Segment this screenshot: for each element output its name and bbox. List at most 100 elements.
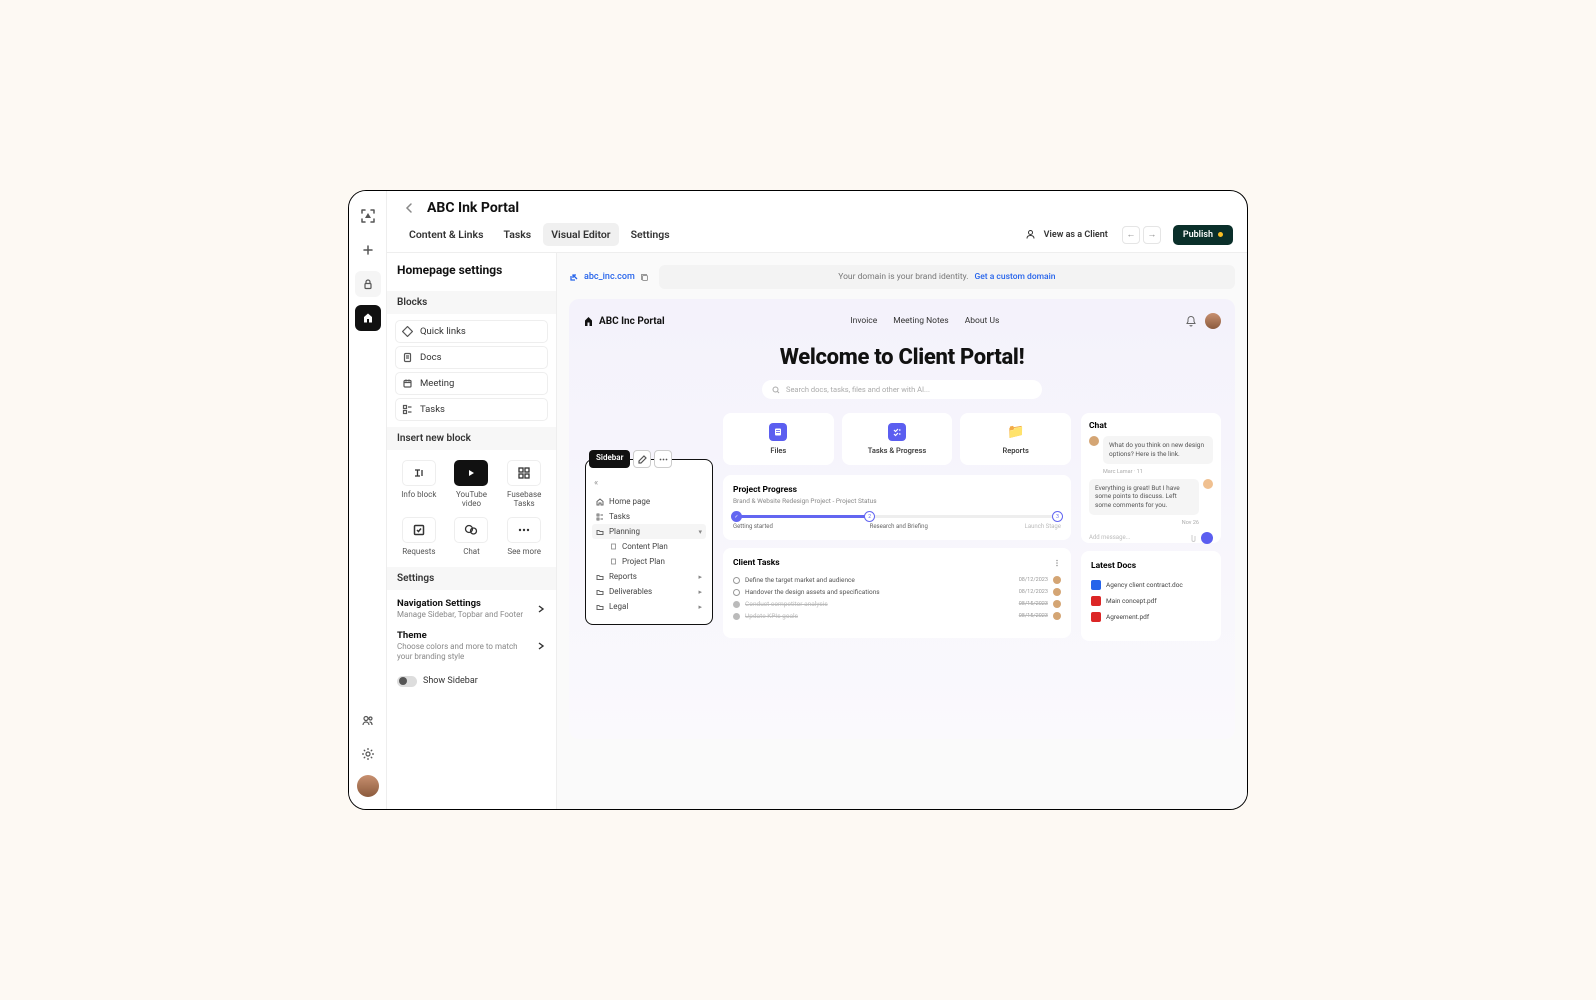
sidebar-legal[interactable]: Legal▸ xyxy=(594,599,704,614)
lock-icon[interactable] xyxy=(355,271,381,297)
preview-avatar[interactable] xyxy=(1205,313,1221,329)
bell-icon[interactable] xyxy=(1185,315,1197,327)
insert-fusebase-tasks[interactable]: Fusebase Tasks xyxy=(500,458,548,510)
publish-label: Publish xyxy=(1183,230,1213,240)
nav-prev-button[interactable]: ← xyxy=(1122,226,1140,244)
settings-icon[interactable] xyxy=(355,741,381,767)
editor-canvas: abc_inc.com Your domain is your brand id… xyxy=(557,253,1247,809)
sidebar-reports[interactable]: Reports▸ xyxy=(594,569,704,584)
project-progress-card: Project Progress Brand & Website Redesig… xyxy=(723,475,1071,540)
chevron-right-icon: ▸ xyxy=(698,573,702,581)
add-icon[interactable] xyxy=(355,237,381,263)
doc-row[interactable]: Agency client contract.doc xyxy=(1091,577,1211,593)
latest-docs-card: Latest Docs Agency client contract.docMa… xyxy=(1081,551,1221,641)
preview-nav: Invoice Meeting Notes About Us xyxy=(850,316,999,326)
panel-title: Homepage settings xyxy=(397,263,546,277)
stage-2-marker: 2 xyxy=(864,511,875,522)
logo-icon[interactable] xyxy=(355,203,381,229)
main-area: ABC Ink Portal Content & Links Tasks Vis… xyxy=(387,191,1247,809)
attach-icon[interactable] xyxy=(1187,533,1197,543)
chat-input[interactable]: Add message... xyxy=(1089,534,1183,541)
chevron-down-icon: ▾ xyxy=(698,528,702,536)
block-meeting[interactable]: Meeting xyxy=(395,372,548,395)
chat-avatar-1 xyxy=(1089,436,1099,446)
block-quick-links[interactable]: Quick links xyxy=(395,320,548,343)
copy-icon[interactable] xyxy=(640,273,649,282)
element-tag: Sidebar xyxy=(589,450,630,468)
blocks-heading: Blocks xyxy=(387,291,556,314)
app-window: ABC Ink Portal Content & Links Tasks Vis… xyxy=(348,190,1248,810)
stage-3-marker: 3 xyxy=(1052,511,1063,522)
block-tasks[interactable]: Tasks xyxy=(395,398,548,421)
sidebar-planning[interactable]: Planning▾ xyxy=(592,524,706,539)
chevron-right-icon: ▸ xyxy=(698,603,702,611)
domain-hint-bar: Your domain is your brand identity. Get … xyxy=(659,265,1235,289)
tab-visual-editor[interactable]: Visual Editor xyxy=(543,223,618,246)
card-reports[interactable]: 📁Reports xyxy=(960,413,1071,465)
chevron-right-icon: ▸ xyxy=(698,588,702,596)
tab-tasks[interactable]: Tasks xyxy=(496,223,540,246)
insert-info-block[interactable]: Info block xyxy=(395,458,443,510)
publish-button[interactable]: Publish xyxy=(1173,225,1233,245)
settings-heading: Settings xyxy=(387,567,556,590)
chat-card: Chat What do you think on new design opt… xyxy=(1081,413,1221,543)
more-icon[interactable] xyxy=(1053,559,1061,567)
insert-youtube[interactable]: YouTube video xyxy=(448,458,496,510)
user-avatar[interactable] xyxy=(357,775,379,797)
domain-link[interactable]: abc_inc.com xyxy=(569,272,649,282)
members-icon[interactable] xyxy=(355,707,381,733)
collapse-sidebar-icon[interactable]: « xyxy=(594,478,704,488)
task-row[interactable]: Conduct competitor analysis08/15/2023 xyxy=(733,598,1061,610)
doc-row[interactable]: Agreement.pdf xyxy=(1091,609,1211,625)
insert-see-more[interactable]: See more xyxy=(500,515,548,558)
view-as-client[interactable]: View as a Client xyxy=(1025,229,1108,240)
task-row[interactable]: Handover the design assets and specifica… xyxy=(733,586,1061,598)
preview-nav-invoice[interactable]: Invoice xyxy=(850,316,877,326)
chevron-right-icon xyxy=(536,604,546,614)
page-title: ABC Ink Portal xyxy=(427,200,519,216)
task-row[interactable]: Define the target market and audience08/… xyxy=(733,574,1061,586)
sidebar-tasks[interactable]: Tasks xyxy=(594,509,704,524)
sidebar-element-selected[interactable]: Sidebar « Home page Tasks Planning▾ Cont… xyxy=(585,459,713,625)
chat-send-button[interactable] xyxy=(1201,532,1213,544)
tab-settings[interactable]: Settings xyxy=(623,223,678,246)
block-docs[interactable]: Docs xyxy=(395,346,548,369)
preview-brand: ABC Inc Portal xyxy=(583,316,665,327)
chat-message-1: What do you think on new design options?… xyxy=(1103,436,1213,464)
insert-chat[interactable]: Chat xyxy=(448,515,496,558)
preview-search[interactable]: Search docs, tasks, files and other with… xyxy=(762,380,1042,399)
sidebar-content-plan[interactable]: Content Plan xyxy=(594,539,704,554)
sidebar-project-plan[interactable]: Project Plan xyxy=(594,554,704,569)
card-tasks-progress[interactable]: Tasks & Progress xyxy=(842,413,953,465)
preview-hero-title: Welcome to Client Portal! xyxy=(583,345,1221,370)
client-tasks-card: Client Tasks Define the target market an… xyxy=(723,548,1071,638)
portal-preview: ABC Inc Portal Invoice Meeting Notes Abo… xyxy=(569,299,1235,739)
tab-content-links[interactable]: Content & Links xyxy=(401,223,492,246)
chat-avatar-2 xyxy=(1203,479,1213,489)
stage-1-marker: ✓ xyxy=(731,511,742,522)
theme-settings-button[interactable]: Theme Choose colors and more to match yo… xyxy=(397,630,546,662)
edit-element-button[interactable] xyxy=(633,450,651,468)
sidebar-home[interactable]: Home page xyxy=(594,494,704,509)
insert-requests[interactable]: Requests xyxy=(395,515,443,558)
show-sidebar-toggle[interactable] xyxy=(397,676,417,687)
chat-message-2: Everything is great! But I have some poi… xyxy=(1089,479,1199,515)
show-sidebar-label: Show Sidebar xyxy=(423,676,478,686)
chevron-right-icon xyxy=(536,641,546,651)
nav-rail xyxy=(349,191,387,809)
home-icon[interactable] xyxy=(355,305,381,331)
preview-nav-meeting[interactable]: Meeting Notes xyxy=(893,316,948,326)
back-button[interactable] xyxy=(401,199,419,217)
insert-heading: Insert new block xyxy=(387,427,556,450)
element-more-button[interactable] xyxy=(654,450,672,468)
card-files[interactable]: Files xyxy=(723,413,834,465)
nav-next-button[interactable]: → xyxy=(1143,226,1161,244)
task-row[interactable]: Update KPIs goals08/15/2023 xyxy=(733,610,1061,622)
search-icon xyxy=(772,386,780,394)
sidebar-deliverables[interactable]: Deliverables▸ xyxy=(594,584,704,599)
settings-panel: Homepage settings Blocks Quick links Doc… xyxy=(387,253,557,809)
custom-domain-link[interactable]: Get a custom domain xyxy=(974,272,1055,282)
nav-settings-button[interactable]: Navigation Settings Manage Sidebar, Topb… xyxy=(397,598,546,620)
doc-row[interactable]: Main concept.pdf xyxy=(1091,593,1211,609)
preview-nav-about[interactable]: About Us xyxy=(965,316,1000,326)
